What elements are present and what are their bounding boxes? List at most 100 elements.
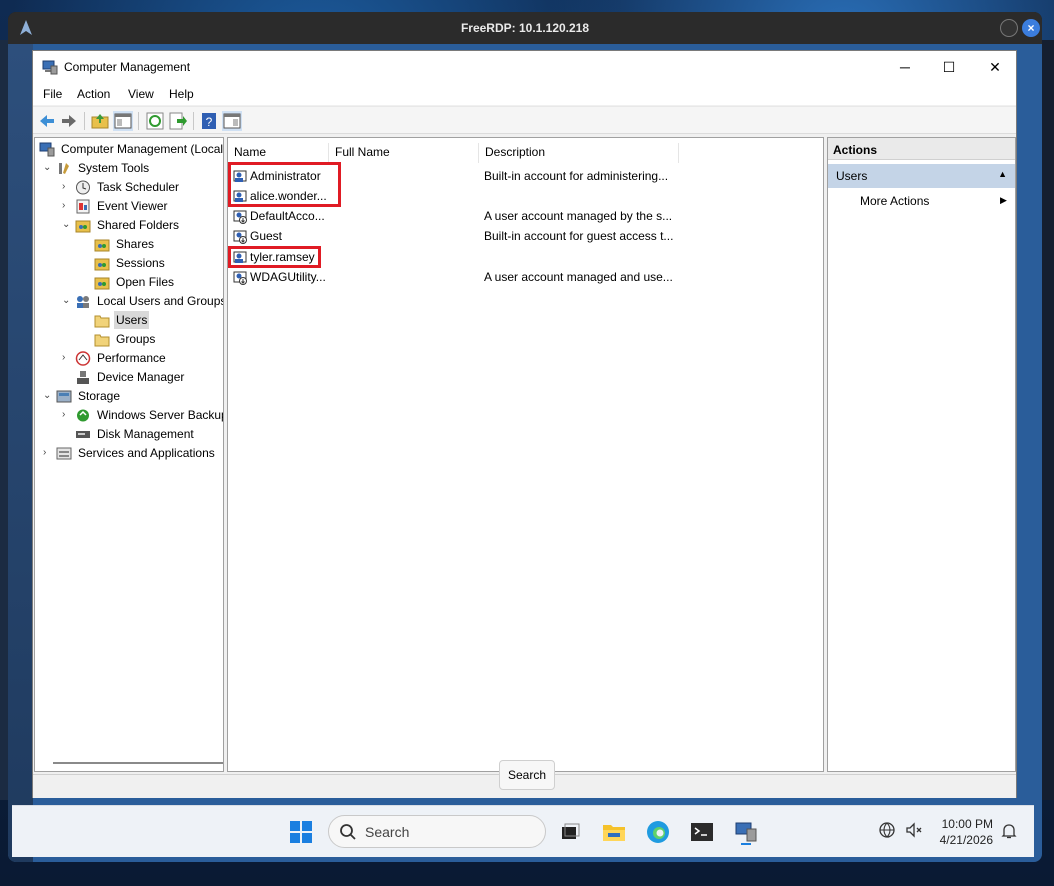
collapse-chevron-icon[interactable]: ⌄ [43, 387, 53, 405]
shared-folder-icon [94, 258, 110, 271]
user-description: A user account managed by the s... [484, 209, 673, 223]
menu-bar: File Action View Help [33, 83, 1016, 105]
volume-muted-icon[interactable] [904, 820, 924, 840]
console-tree: Computer Management (Local ⌄ System Tool… [34, 137, 224, 772]
annotation-highlight-box [228, 246, 321, 268]
window-titlebar[interactable]: Computer Management ─ ☐ ✕ [33, 51, 1016, 83]
expand-chevron-icon[interactable]: › [62, 406, 72, 424]
forward-arrow-icon[interactable] [59, 111, 79, 131]
back-arrow-icon[interactable] [37, 111, 57, 131]
device-manager-icon [77, 371, 89, 384]
column-header-name[interactable]: Name [228, 143, 329, 163]
column-header-description[interactable]: Description [479, 143, 679, 163]
users-list-view: Name Full Name Description Administrator… [227, 137, 824, 772]
refresh-icon[interactable] [145, 111, 165, 131]
computer-management-icon [42, 60, 58, 75]
folder-icon [94, 334, 110, 347]
disabled-user-icon [233, 271, 247, 285]
menu-help[interactable]: Help [169, 87, 194, 101]
computer-management-window: Computer Management ─ ☐ ✕ File Action Vi… [32, 50, 1017, 798]
collapse-triangle-icon[interactable]: ▲ [998, 169, 1007, 179]
svg-text:?: ? [206, 115, 213, 129]
disabled-user-icon [233, 210, 247, 224]
storage-icon [56, 390, 72, 403]
freerdp-close-button[interactable]: × [1022, 19, 1040, 37]
system-tools-icon [59, 163, 69, 174]
remote-desktop-icons-strip [8, 44, 33, 862]
collapse-chevron-icon[interactable]: ⌄ [62, 216, 72, 234]
actions-header: Actions [828, 138, 1015, 160]
computer-management-taskbar-icon[interactable] [732, 818, 760, 846]
show-hide-action-pane-icon[interactable] [222, 111, 242, 131]
user-row[interactable]: Guest Built-in account for guest access … [232, 226, 822, 246]
tree-horizontal-scrollbar[interactable] [53, 762, 223, 764]
toolbar: ? [33, 106, 1016, 134]
expand-chevron-icon[interactable]: › [43, 444, 53, 462]
freerdp-titlebar[interactable]: FreeRDP: 10.1.120.218 × [8, 12, 1042, 44]
toolbar-separator [84, 112, 85, 130]
taskbar-search-box[interactable]: Search [328, 815, 546, 848]
collapse-chevron-icon[interactable]: ⌄ [62, 292, 72, 310]
expand-chevron-icon[interactable]: › [62, 349, 72, 367]
help-icon[interactable]: ? [199, 111, 219, 131]
clock-date: 4/21/2026 [939, 833, 993, 847]
network-globe-icon[interactable] [878, 820, 898, 840]
event-viewer-icon [76, 199, 90, 214]
maximize-button[interactable]: ☐ [926, 51, 972, 83]
terminal-icon[interactable] [688, 818, 716, 846]
minimize-button[interactable]: ─ [882, 51, 928, 83]
user-row[interactable]: WDAGUtility... A user account managed an… [232, 267, 822, 287]
menu-file[interactable]: File [43, 87, 62, 101]
freerdp-logo-icon [20, 20, 32, 35]
user-name: Guest [250, 229, 283, 243]
notification-bell-icon[interactable] [1000, 822, 1018, 840]
menu-view[interactable]: View [128, 87, 154, 101]
column-header-full-name[interactable]: Full Name [329, 143, 479, 163]
clock-icon [76, 180, 90, 195]
menu-action[interactable]: Action [77, 87, 110, 101]
taskbar: Search 10:00 PM 4/21/2026 [12, 805, 1034, 857]
user-description: A user account managed and use... [484, 270, 673, 284]
shared-folder-icon [94, 239, 110, 252]
toolbar-separator [193, 112, 194, 130]
up-folder-icon[interactable] [90, 111, 110, 131]
edge-browser-icon[interactable] [644, 818, 672, 846]
action-more-actions[interactable]: More Actions ▶ [860, 194, 1010, 208]
users-group-icon [77, 296, 89, 308]
folder-icon [94, 315, 110, 328]
clock[interactable]: 10:00 PM 4/21/2026 [940, 816, 993, 848]
toolbar-separator [138, 112, 139, 130]
clock-time: 10:00 PM [941, 817, 993, 831]
backup-icon [77, 409, 89, 422]
task-view-icon[interactable] [556, 818, 584, 846]
user-name: DefaultAcco... [250, 209, 325, 223]
windows-start-icon[interactable] [290, 821, 312, 843]
disabled-user-icon [233, 230, 247, 244]
close-button[interactable]: ✕ [972, 51, 1018, 83]
search-box-label: Search [365, 824, 410, 840]
collapse-chevron-icon[interactable]: ⌄ [43, 159, 53, 177]
disk-icon [76, 431, 90, 438]
user-description: Built-in account for administering... [484, 169, 669, 183]
freerdp-minimize-button[interactable] [1000, 19, 1018, 37]
actions-pane: Actions Users ▲ More Actions ▶ [827, 137, 1016, 772]
expand-chevron-icon[interactable]: › [62, 178, 72, 196]
expand-chevron-icon[interactable]: › [62, 197, 72, 215]
user-description: Built-in account for guest access t... [484, 229, 674, 243]
search-icon [340, 824, 356, 840]
shared-folder-icon [94, 277, 110, 290]
user-name: WDAGUtility... [250, 270, 326, 284]
user-row[interactable]: DefaultAcco... A user account managed by… [232, 206, 822, 226]
computer-management-icon [39, 142, 55, 157]
freerdp-title-text: FreeRDP: 10.1.120.218 [460, 21, 590, 35]
more-actions-label: More Actions [860, 194, 930, 208]
show-hide-tree-icon[interactable] [113, 111, 133, 131]
annotation-highlight-box [228, 162, 341, 207]
file-explorer-icon[interactable] [600, 818, 628, 846]
performance-icon [75, 351, 91, 366]
export-list-icon[interactable] [168, 111, 188, 131]
actions-section-users[interactable]: Users ▲ [828, 164, 1015, 188]
actions-section-label: Users [836, 169, 868, 183]
submenu-arrow-icon: ▶ [1000, 195, 1007, 205]
shared-folder-icon [75, 220, 91, 233]
